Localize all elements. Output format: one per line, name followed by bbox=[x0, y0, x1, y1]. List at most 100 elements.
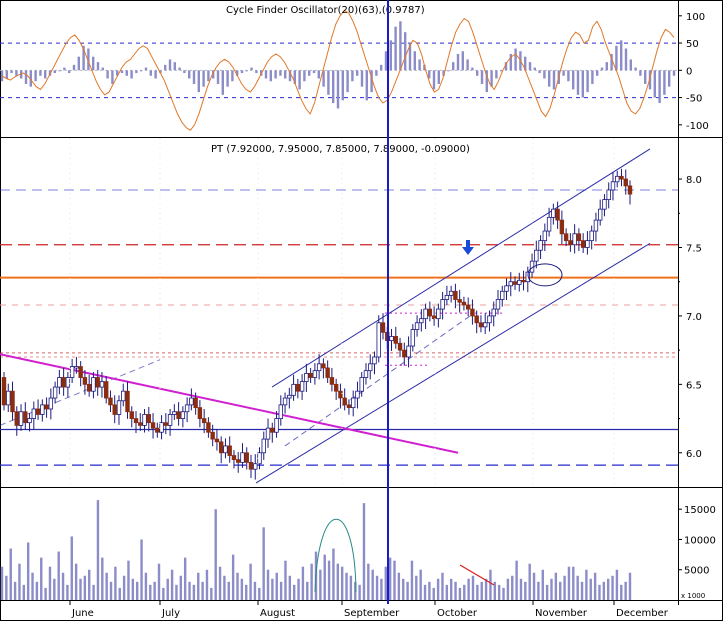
volume-bar bbox=[336, 563, 340, 600]
candle-up bbox=[538, 240, 543, 251]
volume-bar bbox=[275, 572, 278, 600]
oscillator-bar bbox=[255, 70, 258, 74]
volume-bar bbox=[545, 584, 549, 600]
candle-up bbox=[534, 249, 539, 262]
price-y-tick-label: 7.0 bbox=[686, 312, 702, 323]
candle-up bbox=[184, 404, 190, 413]
candle-up bbox=[589, 230, 594, 242]
volume-bar bbox=[506, 578, 510, 600]
candle-down bbox=[1, 377, 7, 406]
candle-down bbox=[461, 301, 467, 306]
candle-down bbox=[380, 322, 386, 333]
oscillator-bar bbox=[596, 70, 599, 76]
volume-bar bbox=[179, 575, 183, 600]
candle-down bbox=[206, 422, 211, 433]
oscillator-bar bbox=[92, 56, 95, 71]
volume-bar bbox=[131, 578, 135, 600]
volume-bar bbox=[611, 575, 614, 600]
oscillator-bar bbox=[231, 70, 234, 82]
volume-bar bbox=[537, 581, 540, 600]
volume-bar bbox=[476, 584, 479, 600]
candle-down bbox=[325, 367, 330, 378]
candle-down bbox=[82, 377, 88, 385]
volume-bar bbox=[5, 575, 8, 600]
candle-down bbox=[95, 377, 100, 388]
candle-up bbox=[615, 175, 620, 183]
oscillator-bar bbox=[279, 70, 282, 76]
candle-down bbox=[393, 336, 398, 344]
oscillator-bar bbox=[250, 67, 253, 71]
volume-bar bbox=[502, 587, 505, 600]
candle-up bbox=[606, 189, 611, 200]
candle-up bbox=[304, 373, 309, 383]
candle-down bbox=[270, 427, 275, 433]
volume-bar bbox=[144, 572, 148, 600]
oscillator-bar bbox=[548, 70, 551, 87]
volume-bar bbox=[297, 578, 300, 600]
volume-bar bbox=[388, 557, 392, 600]
oscillator-bar bbox=[663, 70, 666, 95]
oscillator-bar bbox=[658, 70, 661, 104]
candle-down bbox=[619, 175, 624, 180]
candle-down bbox=[346, 404, 352, 409]
volume-bar bbox=[149, 584, 152, 600]
candle-down bbox=[329, 377, 335, 385]
volume-bar bbox=[371, 569, 374, 600]
volume-bar bbox=[362, 503, 366, 600]
volume-bar bbox=[589, 578, 592, 600]
volume-bar bbox=[323, 554, 326, 600]
candle-up bbox=[495, 299, 501, 310]
volume-bar bbox=[559, 581, 562, 600]
oscillator-bar bbox=[327, 70, 330, 95]
candle-up bbox=[593, 219, 599, 232]
volume-bar bbox=[393, 560, 396, 600]
volume-bar bbox=[53, 578, 56, 600]
oscillator-bar bbox=[284, 70, 287, 79]
volume-bar bbox=[44, 587, 47, 600]
volume-bar bbox=[480, 581, 483, 600]
candle-down bbox=[125, 390, 130, 413]
oscillator-bar bbox=[130, 70, 133, 79]
volume-bar bbox=[258, 587, 261, 600]
candle-down bbox=[236, 459, 241, 463]
oscillator-bar bbox=[384, 51, 388, 71]
candle-up bbox=[414, 322, 420, 331]
volume-bar bbox=[140, 539, 143, 600]
oscillator-bar bbox=[96, 62, 100, 71]
candle-down bbox=[201, 418, 207, 424]
volume-bar bbox=[319, 569, 322, 600]
oscillator-bar bbox=[399, 21, 402, 71]
candle-down bbox=[248, 461, 254, 470]
volume-y-tick-label: 10000 bbox=[684, 535, 716, 546]
candle-up bbox=[159, 422, 164, 433]
candle-up bbox=[274, 418, 279, 433]
candle-up bbox=[359, 377, 364, 392]
volume-bar bbox=[489, 569, 492, 600]
volume-bar bbox=[218, 566, 222, 600]
oscillator-bar bbox=[634, 67, 637, 71]
volume-bar bbox=[271, 578, 274, 600]
oscillator-bar bbox=[197, 70, 200, 93]
chart-window: -100 -50 0 50 100 Cycle Finder Oscillator(20)… bbox=[0, 0, 723, 621]
volume-bar bbox=[301, 566, 305, 600]
oscillator-y-tick-label: 100 bbox=[686, 12, 705, 23]
candle-up bbox=[48, 397, 54, 410]
oscillator-y-tick-label: 50 bbox=[686, 39, 699, 50]
volume-bar bbox=[511, 575, 514, 600]
candle-down bbox=[129, 411, 134, 419]
volume-bar bbox=[332, 548, 335, 600]
oscillator-bar bbox=[418, 59, 421, 71]
oscillator-bar bbox=[245, 70, 248, 72]
volume-bar bbox=[327, 560, 331, 600]
volume-bar bbox=[192, 584, 196, 600]
candle-down bbox=[512, 281, 518, 285]
volume-bar bbox=[135, 581, 139, 600]
candle-up bbox=[74, 366, 79, 369]
candle-down bbox=[478, 322, 484, 328]
volume-bar bbox=[197, 572, 200, 600]
candle-down bbox=[61, 377, 66, 388]
volume-bar bbox=[432, 587, 435, 600]
candle-up bbox=[444, 294, 450, 300]
price-y-tick-label: 8.0 bbox=[686, 175, 702, 186]
oscillator-bar bbox=[68, 70, 71, 74]
